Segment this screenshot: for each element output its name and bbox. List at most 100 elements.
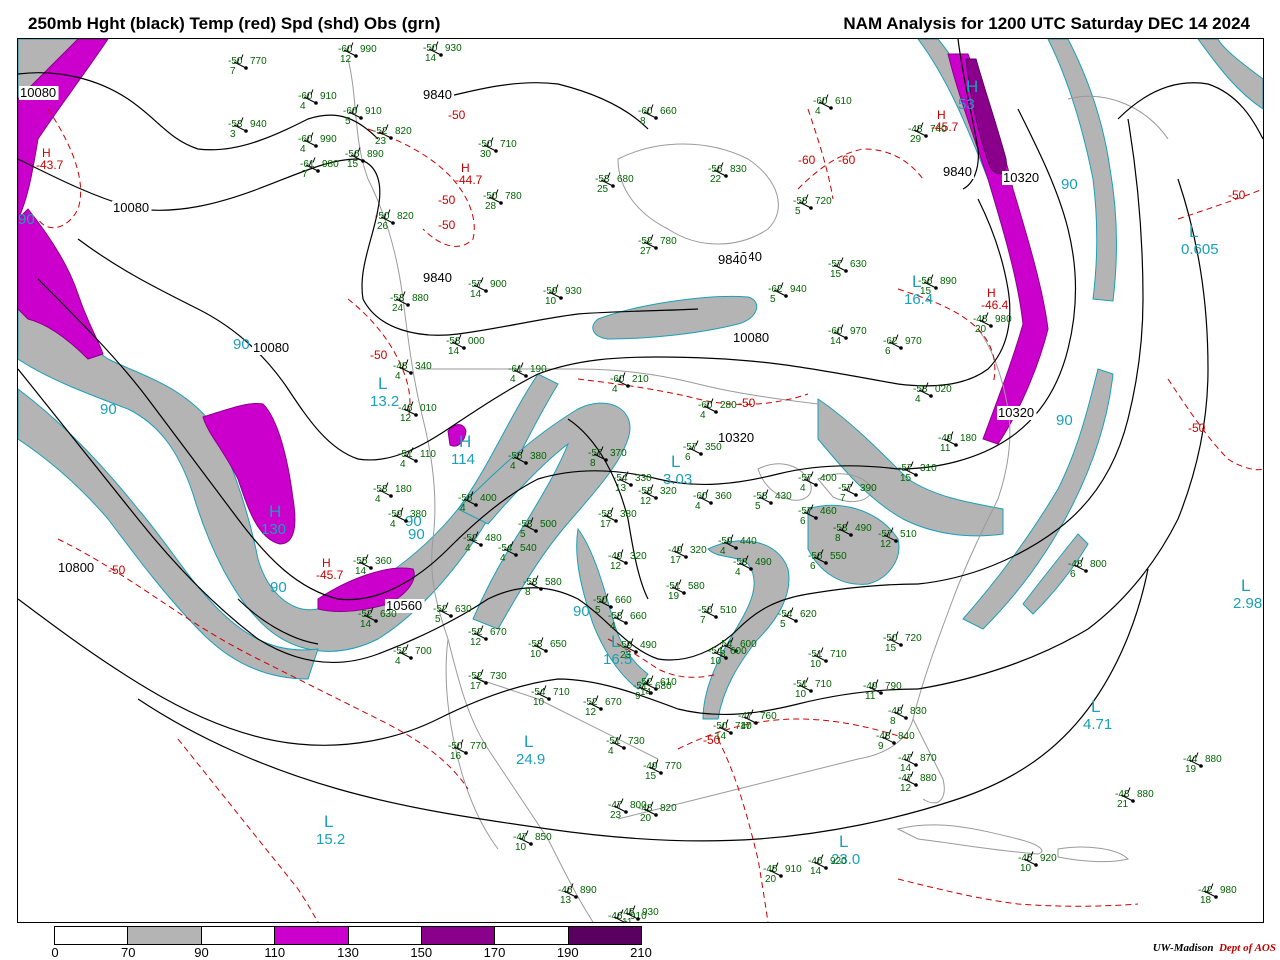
legend-swatch	[275, 927, 349, 944]
obs-dewpoint-depression: 8	[525, 587, 531, 598]
obs-dewpoint-depression: 21	[1117, 799, 1129, 810]
temp-contour	[897, 878, 1139, 907]
obs-dewpoint-depression: 3	[230, 129, 236, 140]
obs-height: 980	[1220, 885, 1237, 896]
station-obs: -57 31015	[898, 461, 937, 484]
station-obs: -51 71010	[808, 647, 847, 670]
obs-height: 320	[630, 551, 647, 562]
obs-dewpoint-depression: 23	[620, 650, 632, 661]
station-obs: -48 8308	[888, 704, 927, 727]
obs-height: 490	[855, 523, 872, 534]
station-obs: -60 6104	[813, 94, 852, 117]
station-obs: -52 73017	[468, 669, 507, 692]
obs-dewpoint-depression: 24	[392, 303, 404, 314]
station-obs: -44 88019	[1183, 752, 1222, 775]
center-value: 114	[451, 451, 475, 468]
legend-tick-label: 150	[410, 945, 433, 960]
obs-height: 990	[320, 134, 337, 145]
obs-height: 770	[470, 741, 487, 752]
obs-height: 920	[830, 856, 847, 867]
station-obs: -56 89015	[345, 147, 384, 170]
obs-height: 600	[730, 646, 747, 657]
legend-tick-label: 110	[264, 945, 286, 960]
obs-height: 510	[900, 529, 917, 540]
obs-height: 660	[660, 106, 677, 117]
center-marker: L	[1241, 576, 1250, 595]
obs-height: 670	[605, 697, 622, 708]
obs-dewpoint-depression: 6	[685, 452, 691, 463]
obs-dewpoint-depression: 4	[700, 410, 706, 421]
height-label: 10080	[20, 85, 56, 100]
obs-height: 840	[898, 731, 915, 742]
obs-height: 710	[553, 687, 570, 698]
obs-height: 000	[468, 336, 485, 347]
station-obs: -51 6809	[633, 679, 672, 702]
speed-label: 90	[100, 401, 117, 418]
obs-dewpoint-depression: 10	[533, 697, 545, 708]
obs-dewpoint-depression: 9	[635, 691, 641, 702]
obs-height: 970	[905, 336, 922, 347]
obs-dewpoint-depression: 10	[795, 689, 807, 700]
station-obs: -53 88024	[390, 291, 429, 314]
obs-height: 900	[490, 279, 507, 290]
obs-height: 940	[250, 119, 267, 130]
obs-dewpoint-depression: 12	[400, 413, 412, 424]
station-obs: -53 32012	[638, 484, 677, 507]
obs-dewpoint-depression: 14	[810, 866, 822, 877]
obs-dewpoint-depression: 6	[1070, 569, 1076, 580]
obs-dewpoint-depression: 8	[890, 716, 896, 727]
obs-dewpoint-depression: 10	[530, 649, 542, 660]
jet-shade-west	[18, 273, 559, 652]
station-obs: -53 68025	[595, 172, 634, 195]
obs-height: 010	[420, 403, 437, 414]
obs-dewpoint-depression: 11	[940, 443, 951, 454]
station-obs: -50 71030	[478, 137, 517, 160]
obs-dewpoint-depression: 4	[720, 546, 726, 557]
obs-height: 180	[960, 433, 977, 444]
center-marker: H	[269, 502, 281, 521]
obs-dewpoint-depression: 27	[640, 246, 652, 257]
obs-dewpoint-depression: 15	[920, 286, 932, 297]
obs-height: 970	[850, 326, 867, 337]
station-obs: -52 78027	[638, 234, 677, 257]
station-obs: -62 9706	[883, 334, 922, 357]
station-obs: -60 9904	[298, 132, 337, 155]
obs-height: 780	[660, 236, 677, 247]
obs-dewpoint-depression: 10	[1020, 863, 1032, 874]
obs-height: 790	[885, 681, 902, 692]
obs-dewpoint-depression: 14	[355, 566, 367, 577]
obs-dewpoint-depression: 4	[500, 553, 506, 564]
obs-height: 850	[535, 832, 552, 843]
obs-height: 910	[320, 91, 337, 102]
obs-dewpoint-depression: 10	[810, 659, 822, 670]
obs-dewpoint-depression: 23	[375, 136, 387, 147]
center-value: -45.7	[316, 568, 344, 582]
temperature-label: -50	[370, 348, 388, 362]
obs-dewpoint-depression: 22	[710, 174, 722, 185]
obs-dewpoint-depression: 12	[340, 54, 352, 65]
station-obs: -60 6608	[638, 104, 677, 127]
obs-dewpoint-depression: 9	[878, 741, 884, 752]
obs-dewpoint-depression: 8	[640, 116, 646, 127]
obs-height: 890	[580, 885, 597, 896]
height-label: 10800	[58, 560, 94, 575]
obs-dewpoint-depression: 15	[347, 159, 359, 170]
station-obs: -49 77015	[643, 759, 682, 782]
station-obs: -48 74029	[908, 122, 947, 145]
obs-dewpoint-depression: 12	[610, 561, 622, 572]
obs-dewpoint-depression: 7	[302, 169, 308, 180]
speed-label: 90	[1061, 176, 1078, 193]
obs-dewpoint-depression: 10	[710, 656, 722, 667]
obs-height: 620	[800, 609, 817, 620]
obs-dewpoint-depression: 17	[670, 555, 682, 566]
obs-height: 920	[1040, 853, 1057, 864]
obs-height: 320	[690, 545, 707, 556]
station-obs: -58 7205	[793, 194, 832, 217]
temp-contour	[717, 738, 769, 922]
legend-swatch	[568, 927, 641, 944]
station-obs: -58 6604	[608, 609, 647, 632]
obs-height: 980	[322, 159, 339, 170]
station-obs: -62 9405	[768, 282, 807, 305]
legend-tick-label: 190	[556, 945, 579, 960]
station-obs: -56 5107	[698, 603, 737, 626]
